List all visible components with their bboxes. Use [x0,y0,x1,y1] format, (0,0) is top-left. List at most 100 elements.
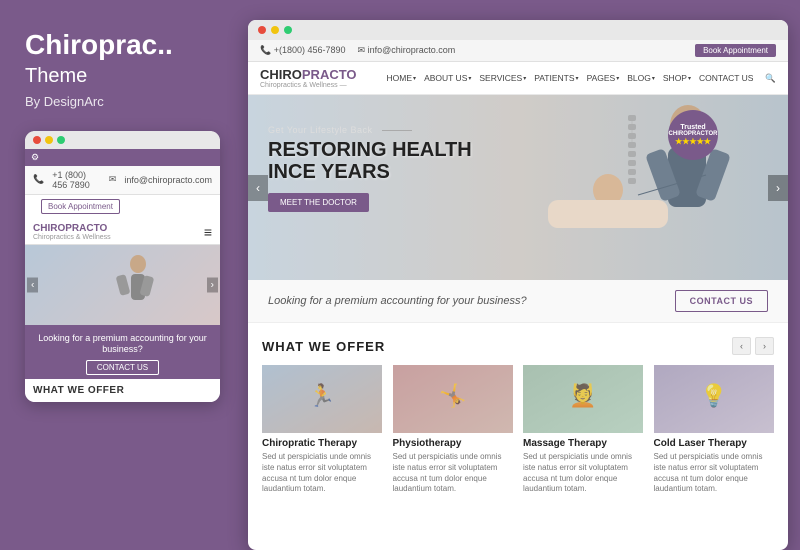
desktop-phone: +(1800) 456-7890 [274,45,346,55]
service-description: Sed ut perspiciatis unde omnis iste natu… [393,452,514,495]
mobile-what-offer-title: WHAT WE OFFER [25,379,220,402]
mobile-phone-number: +1 (800) 456 7890 [52,170,101,190]
nav-about[interactable]: ABOUT US▾ [424,73,471,83]
desktop-nav: CHIROPRACTO Chiropractics & Wellness — H… [248,62,788,95]
hero-eyebrow: Get Your Lifestyle Back [268,125,472,135]
search-icon[interactable]: 🔍 [765,73,776,84]
mobile-hero: ‹ › [25,245,220,325]
service-name: Cold Laser Therapy [654,438,775,449]
svg-text:🤸: 🤸 [439,383,466,408]
mobile-dot-yellow [45,136,53,144]
service-name: Massage Therapy [523,438,644,449]
desktop-mockup: 📞 +(1800) 456-7890 ✉ info@chiropracto.co… [248,20,788,550]
mobile-cta-banner: Looking for a premium accounting for you… [25,325,220,379]
svg-text:🏃: 🏃 [309,383,336,408]
pages-chevron: ▾ [616,75,619,82]
offer-navigation: ‹ › [732,337,774,355]
cta-strip: Looking for a premium accounting for you… [248,280,788,323]
cta-strip-button[interactable]: CONTACT US [675,290,768,312]
shop-chevron: ▾ [688,75,691,82]
nav-shop[interactable]: SHOP▾ [663,73,691,83]
trusted-badge: Trusted CHIROPRACTOR ★★★★★ [668,110,718,160]
what-offer-title: WHAT WE OFFER [262,339,385,354]
nav-patients[interactable]: PATIENTS▾ [534,73,578,83]
mobile-mockup: ⚙ 📞 +1 (800) 456 7890 ✉ info@chiropracto… [25,131,220,402]
theme-author: By DesignArc [25,94,220,109]
desktop-logo: CHIROPRACTO Chiropractics & Wellness — [260,67,373,89]
desktop-dot-yellow [271,26,279,34]
rating-stars: ★★★★★ [675,137,711,146]
blog-chevron: ▾ [652,75,655,82]
nav-blog[interactable]: BLOG▾ [627,73,655,83]
theme-title: Chiroprac.. [25,30,220,61]
service-description: Sed ut perspiciatis unde omnis iste natu… [523,452,644,495]
hero-prev-button[interactable]: ‹ [248,175,268,201]
service-image: 🏃 [262,365,383,433]
envelope-icon: ✉ info@chiropracto.com [358,45,456,56]
gear-icon: ⚙ [31,152,39,163]
desktop-contact-info: 📞 +(1800) 456-7890 ✉ info@chiropracto.co… [260,45,455,56]
hero-cta-button[interactable]: MEET THE DOCTOR [268,193,369,212]
hamburger-icon[interactable]: ≡ [204,224,212,240]
cta-strip-text: Looking for a premium accounting for you… [268,295,527,307]
hero-people-illustration [488,95,788,280]
trusted-text: Trusted [680,124,705,131]
mobile-hero-next[interactable]: › [207,277,218,292]
mobile-contact-button[interactable]: CONTACT US [86,360,159,375]
nav-services[interactable]: SERVICES▾ [479,73,526,83]
desktop-logo-practo: PRACTO [302,67,357,82]
hero-title: RESTORING HEALTH INCE YEARS [268,139,472,183]
mobile-gear-bar: ⚙ [25,149,220,166]
hero-divider-line [382,130,412,131]
mobile-hero-prev[interactable]: ‹ [27,277,38,292]
offer-next-button[interactable]: › [755,337,774,355]
service-card: 🏃 Chiropratic Therapy Sed ut perspiciatis… [262,365,383,495]
desktop-top-bar [248,20,788,40]
left-panel: Chiroprac.. Theme By DesignArc ⚙ 📞 +1 (8… [0,0,240,550]
mobile-logo-sub: Chiropractics & Wellness [33,234,111,241]
person-silhouette [88,250,158,320]
desktop-email: info@chiropracto.com [368,45,456,55]
service-card: 💡 Cold Laser Therapy Sed ut perspiciatis … [654,365,775,495]
service-card: 🤸 Physiotherapy Sed ut perspiciatis unde … [393,365,514,495]
service-name: Chiropratic Therapy [262,438,383,449]
service-image: 💡 [654,365,775,433]
nav-contact[interactable]: CONTACT US [699,73,753,83]
service-description: Sed ut perspiciatis unde omnis iste natu… [262,452,383,495]
services-grid: 🏃 Chiropratic Therapy Sed ut perspiciatis… [262,365,774,495]
mobile-dot-green [57,136,65,144]
nav-pages[interactable]: PAGES▾ [587,73,620,83]
mobile-book-button[interactable]: Book Appointment [41,199,120,214]
mobile-email: info@chiropracto.com [124,175,212,185]
mobile-top-bar [25,131,220,149]
what-offer-header: WHAT WE OFFER ‹ › [262,337,774,355]
desktop-dot-red [258,26,266,34]
desktop-logo-chiro: CHIRO [260,67,302,82]
service-image: 🤸 [393,365,514,433]
mobile-logo: CHIROPRACTO Chiropractics & Wellness [33,223,111,241]
mobile-logo-practo: PRACTO [65,223,107,234]
desktop-book-appointment[interactable]: Book Appointment [695,44,776,57]
phone-icon: 📞 +(1800) 456-7890 [260,45,346,56]
envelope-icon: ✉ [109,174,117,185]
nav-items: HOME▾ ABOUT US▾ SERVICES▾ PATIENTS▾ PAGE… [387,73,776,84]
svg-text:💡: 💡 [700,383,727,408]
nav-home[interactable]: HOME▾ [387,73,417,83]
service-name: Physiotherapy [393,438,514,449]
desktop-logo-sub: Chiropractics & Wellness — [260,82,373,89]
service-description: Sed ut perspiciatis unde omnis iste natu… [654,452,775,495]
mobile-nav-bar: CHIROPRACTO Chiropractics & Wellness ≡ [25,220,220,245]
mobile-logo-chiro: CHIRO [33,223,65,234]
hero-image-area [488,95,788,280]
desktop-phone-bar: 📞 +(1800) 456-7890 ✉ info@chiropracto.co… [248,40,788,62]
theme-subtitle: Theme [25,65,220,88]
phone-icon: 📞 [33,174,44,185]
mobile-hero-image [25,245,220,325]
desktop-dot-green [284,26,292,34]
service-image: 💆 [523,365,644,433]
mobile-cta-text: Looking for a premium accounting for you… [33,333,212,356]
offer-prev-button[interactable]: ‹ [732,337,751,355]
patients-chevron: ▾ [576,75,579,82]
desktop-hero: Get Your Lifestyle Back RESTORING HEALTH… [248,95,788,280]
hero-next-button[interactable]: › [768,175,788,201]
